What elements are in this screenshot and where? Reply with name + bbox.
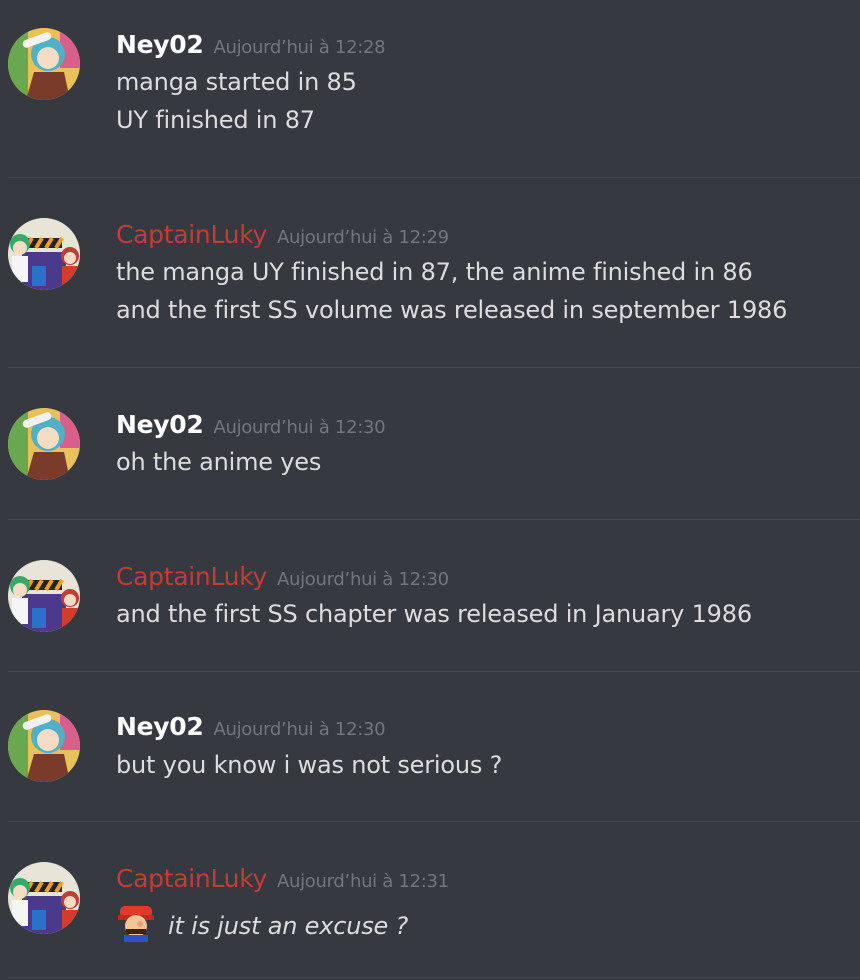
message-text: UY finished in 87 (116, 106, 315, 134)
message-text: it is just an excuse ? (168, 912, 409, 940)
message-timestamp: Aujourd’hui à 12:28 (213, 37, 386, 58)
anime-girl-avatar-icon (8, 710, 80, 782)
message-text: but you know i was not serious ? (116, 751, 503, 779)
message-divider (8, 367, 860, 368)
message-text: the manga UY finished in 87, the anime f… (116, 258, 753, 286)
avatar-ney02[interactable] (8, 710, 80, 782)
chat-messages: Ney02 Aujourd’hui à 12:28 manga started … (0, 0, 860, 980)
message-author[interactable]: CaptainLuky (116, 220, 267, 249)
message-author[interactable]: CaptainLuky (116, 562, 267, 591)
message-divider (8, 177, 860, 178)
anime-group-avatar-icon (8, 218, 80, 290)
message-timestamp: Aujourd’hui à 12:30 (213, 417, 386, 438)
message-divider (8, 519, 860, 520)
message-timestamp: Aujourd’hui à 12:31 (276, 871, 449, 892)
message-text: oh the anime yes (116, 448, 322, 476)
message-timestamp: Aujourd’hui à 12:30 (213, 719, 386, 740)
anime-girl-avatar-icon (8, 28, 80, 100)
message-text: manga started in 85 (116, 68, 357, 96)
anime-group-avatar-icon (8, 862, 80, 934)
message-divider (8, 977, 860, 978)
message-timestamp: Aujourd’hui à 12:29 (276, 227, 449, 248)
avatar-ney02[interactable] (8, 28, 80, 100)
message-text: and the first SS volume was released in … (116, 296, 788, 324)
message-divider (8, 821, 860, 822)
message-divider (8, 671, 860, 672)
anime-girl-avatar-icon (8, 408, 80, 480)
avatar-captainluky[interactable] (8, 862, 80, 934)
message-author[interactable]: Ney02 (116, 30, 204, 59)
message-author[interactable]: Ney02 (116, 410, 204, 439)
message-text-row: it is just an excuse ? (116, 902, 408, 942)
avatar-captainluky[interactable] (8, 218, 80, 290)
message-timestamp: Aujourd’hui à 12:30 (276, 569, 449, 590)
mario-emoji-icon[interactable] (116, 902, 156, 942)
anime-group-avatar-icon (8, 560, 80, 632)
message-text: and the first SS chapter was released in… (116, 600, 752, 628)
avatar-captainluky[interactable] (8, 560, 80, 632)
message-author[interactable]: CaptainLuky (116, 864, 267, 893)
avatar-ney02[interactable] (8, 408, 80, 480)
message-author[interactable]: Ney02 (116, 712, 204, 741)
